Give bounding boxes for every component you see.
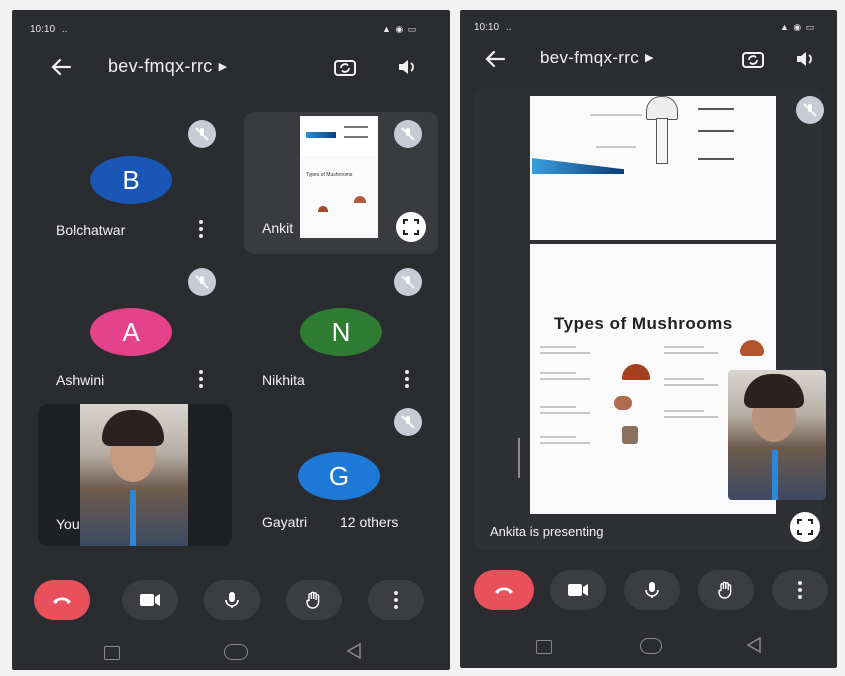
meeting-code-title[interactable]: bev-fmqx-rrc ▶: [540, 48, 654, 68]
fullscreen-icon[interactable]: [396, 212, 426, 242]
mic-off-icon: [188, 120, 216, 148]
back-nav-icon[interactable]: [746, 636, 762, 659]
lanyard: [772, 450, 778, 500]
slide-label-line: [596, 146, 636, 148]
slide-scroll-indicator: [518, 438, 520, 478]
end-call-button[interactable]: [474, 570, 534, 610]
home-icon[interactable]: [640, 638, 662, 654]
mushroom-icon: [318, 206, 328, 212]
microphone-toggle-button[interactable]: [624, 570, 680, 610]
status-time: 10:10: [30, 24, 56, 35]
participant-tile-you[interactable]: You: [38, 404, 232, 546]
slide-label-line: [698, 130, 734, 132]
participant-name: Nikhita: [262, 372, 305, 388]
mic-off-icon: [188, 268, 216, 296]
presentation-thumbnail: Types of Mushrooms: [300, 116, 378, 238]
mushroom-icon: [740, 340, 764, 356]
status-bar: 10:10 .. ▲ ◉ ▭: [30, 24, 430, 35]
participant-name: Bolchatwar: [56, 222, 126, 238]
back-nav-icon[interactable]: [346, 642, 362, 665]
slide-label-line: [698, 158, 734, 160]
participant-name: Ankit: [262, 220, 294, 236]
others-count: 12 others: [340, 514, 399, 530]
lanyard: [130, 490, 136, 546]
participant-tile-ashwini[interactable]: A Ashwini: [38, 264, 232, 406]
back-arrow-icon[interactable]: [48, 54, 74, 80]
status-signal: ..: [505, 22, 512, 33]
participant-tile-nikhita[interactable]: N Nikhita: [244, 264, 438, 406]
presenting-label: Ankita is presenting: [490, 524, 604, 539]
more-options-icon[interactable]: [404, 370, 410, 388]
slide-top: [530, 96, 776, 240]
more-options-icon: [393, 591, 399, 609]
participant-tile-ankit[interactable]: Types of Mushrooms Ankit: [244, 112, 438, 254]
more-options-icon: [797, 581, 803, 599]
raise-hand-button[interactable]: [286, 580, 342, 620]
more-options-icon[interactable]: [198, 220, 204, 238]
meeting-code-title[interactable]: bev-fmqx-rrc ▶: [108, 56, 227, 77]
avatar: B: [90, 156, 172, 204]
end-call-button[interactable]: [34, 580, 90, 620]
mushroom-diagram: [646, 96, 678, 166]
slide-label-line: [590, 114, 642, 116]
back-arrow-icon[interactable]: [482, 46, 508, 72]
avatar: G: [298, 452, 380, 500]
switch-camera-icon[interactable]: [740, 46, 766, 72]
chevron-right-icon: ▶: [645, 52, 654, 64]
raise-hand-button[interactable]: [698, 570, 754, 610]
slide-banner: [532, 158, 624, 174]
recent-apps-icon[interactable]: [104, 646, 120, 660]
thumbnail-top-slide: [302, 118, 376, 156]
mushroom-icon: [614, 396, 632, 410]
more-options-button[interactable]: [772, 570, 828, 610]
participant-name: You: [56, 516, 80, 532]
mushroom-icon: [622, 426, 638, 444]
self-video: [80, 404, 188, 546]
switch-camera-icon[interactable]: [332, 54, 358, 80]
slide-label-line: [698, 108, 734, 110]
status-icons: ▲ ◉ ▭: [382, 24, 418, 34]
speaker-icon[interactable]: [792, 46, 818, 72]
status-bar: 10:10 .. ▲ ◉ ▭: [474, 22, 824, 33]
hair: [102, 410, 164, 446]
camera-toggle-button[interactable]: [122, 580, 178, 620]
mushroom-icon: [622, 364, 650, 380]
microphone-toggle-button[interactable]: [204, 580, 260, 620]
fullscreen-icon[interactable]: [790, 512, 820, 542]
participant-tile-gayatri[interactable]: G Gayatri 12 others: [244, 404, 438, 546]
participant-tile-bolchatwar[interactable]: B Bolchatwar: [38, 112, 232, 254]
meeting-code: bev-fmqx-rrc: [540, 48, 639, 67]
mushroom-icon: [354, 196, 366, 203]
status-icons: ▲ ◉ ▭: [780, 22, 816, 32]
slide-title: Types of Mushrooms: [554, 314, 733, 333]
more-options-icon[interactable]: [198, 370, 204, 388]
participant-name: Ashwini: [56, 372, 105, 388]
chevron-right-icon: ▶: [218, 61, 228, 73]
hair: [744, 374, 804, 408]
mic-off-icon: [394, 120, 422, 148]
mic-off-icon: [394, 408, 422, 436]
presentation-view[interactable]: Types of Mushrooms Ankita is presenting: [474, 88, 826, 550]
participant-name: Gayatri: [262, 514, 308, 530]
mic-off-icon: [796, 96, 824, 124]
right-phone-screen: 10:10 .. ▲ ◉ ▭ bev-fmqx-rrc ▶ Types of Mu…: [460, 10, 837, 668]
avatar: A: [90, 308, 172, 356]
camera-toggle-button[interactable]: [550, 570, 606, 610]
presenter-video: [728, 370, 826, 500]
avatar: N: [300, 308, 382, 356]
status-time: 10:10: [474, 22, 500, 33]
home-icon[interactable]: [224, 644, 248, 660]
thumbnail-slide-title: Types of Mushrooms: [306, 172, 353, 178]
status-signal: ..: [61, 24, 68, 35]
meeting-code: bev-fmqx-rrc: [108, 56, 213, 76]
mic-off-icon: [394, 268, 422, 296]
recent-apps-icon[interactable]: [536, 640, 552, 654]
more-options-button[interactable]: [368, 580, 424, 620]
left-phone-screen: 10:10 .. ▲ ◉ ▭ bev-fmqx-rrc ▶ B Bolchatwa…: [12, 10, 450, 670]
speaker-icon[interactable]: [394, 54, 420, 80]
